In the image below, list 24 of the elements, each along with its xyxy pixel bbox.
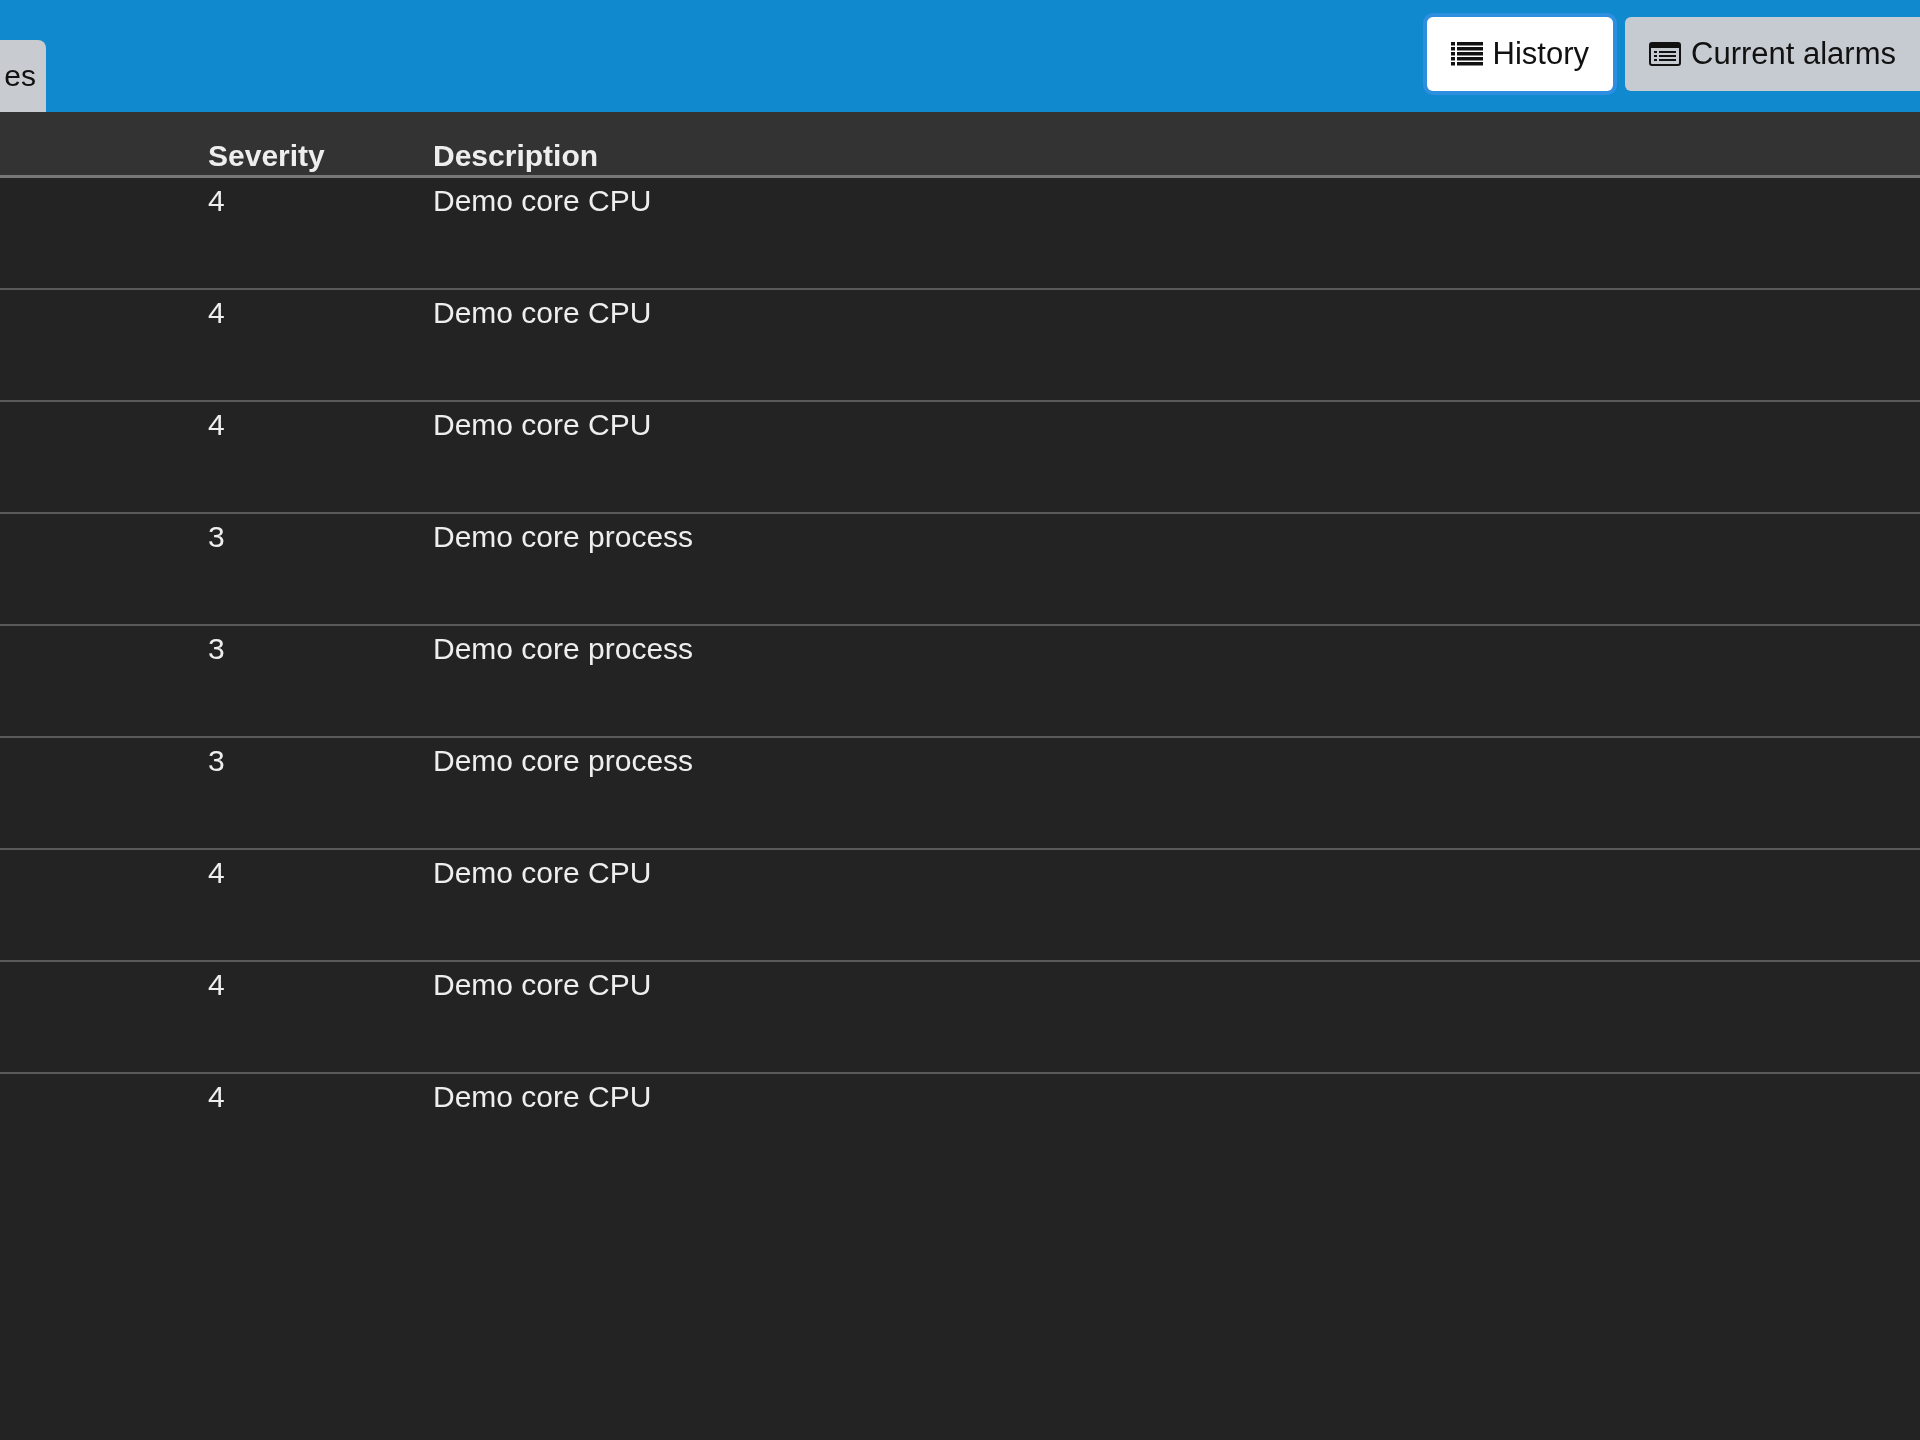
table-cell: Demo core CPU <box>433 184 652 218</box>
table-cell: Demo core process <box>433 520 694 554</box>
table-cell: Demo core CPU <box>433 1080 652 1114</box>
table-cell-text: 3 <box>208 632 226 666</box>
table-cell-text: 4 <box>208 296 226 330</box>
table-cell: Demo core process <box>433 744 694 778</box>
table-cell-text: 4 <box>208 184 226 218</box>
view-button[interactable]: Current alarms <box>1625 17 1920 91</box>
table-cell-text: 3 <box>208 744 226 778</box>
table-cell: Demo core CPU <box>433 296 652 330</box>
column-header: Severity <box>208 139 326 173</box>
column-header: Description <box>433 139 599 173</box>
table-cell-text: 4 <box>208 408 226 442</box>
table-cell-text: 3 <box>208 520 226 554</box>
tab[interactable]: es <box>0 40 46 112</box>
table-cell-text: 4 <box>208 968 226 1002</box>
table-icon <box>1649 42 1681 66</box>
list-icon <box>1450 42 1483 66</box>
table-cell: Demo core CPU <box>433 856 652 890</box>
table-cell: Demo core process <box>433 632 694 666</box>
table-cell-text: 4 <box>208 856 226 890</box>
table-cell-text: 4 <box>208 1080 226 1114</box>
table-cell: Demo core CPU <box>433 968 652 1002</box>
table-cell: Demo core CPU <box>433 408 652 442</box>
